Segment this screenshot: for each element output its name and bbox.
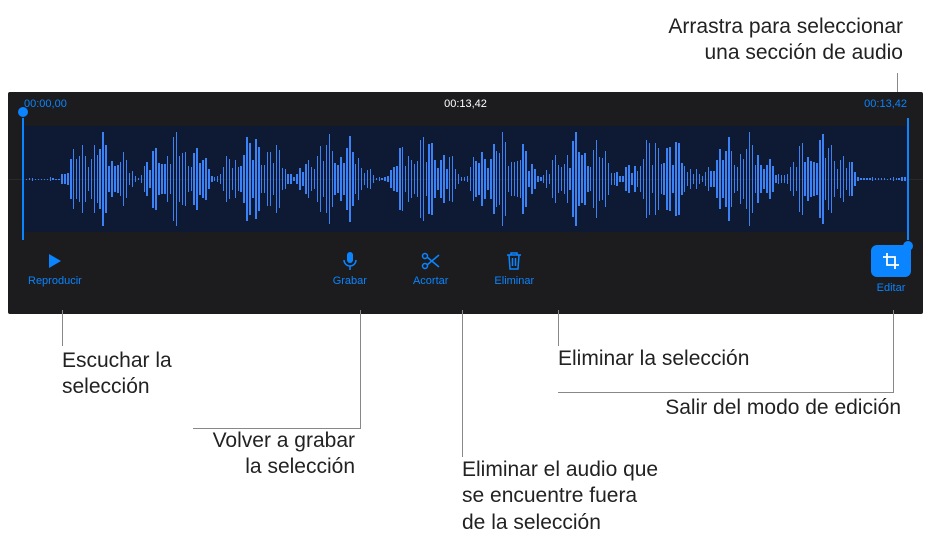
time-current-label: 00:13,42 <box>444 98 487 110</box>
callout-trim: Eliminar el audio que se encuentre fuera… <box>462 457 658 536</box>
edit-label: Editar <box>877 282 906 294</box>
audio-editor-panel: 00:00,00 00:13,42 00:13,42 Reproducir <box>8 92 923 314</box>
delete-label: Eliminar <box>494 275 534 287</box>
time-end-label: 00:13,42 <box>864 98 907 110</box>
selection-handle-right[interactable] <box>907 118 909 240</box>
callout-line <box>558 310 559 346</box>
record-label: Grabar <box>333 275 367 287</box>
time-bar: 00:00,00 00:13,42 00:13,42 <box>8 98 923 116</box>
trim-label: Acortar <box>413 275 448 287</box>
play-label: Reproducir <box>28 275 82 287</box>
callout-line <box>62 310 63 346</box>
callout-line <box>558 392 894 393</box>
play-button[interactable]: Reproducir <box>20 241 90 297</box>
callout-rerecord: Volver a grabar la selección <box>20 428 355 481</box>
delete-button[interactable]: Eliminar <box>486 241 542 297</box>
callout-line <box>360 310 361 428</box>
callout-exit-edit: Salir del modo de edición <box>558 395 901 421</box>
callout-drag-select: Arrastra para seleccionar una sección de… <box>668 14 903 67</box>
time-start-label: 00:00,00 <box>24 98 67 110</box>
record-button[interactable]: Grabar <box>325 241 375 297</box>
play-icon <box>46 251 64 271</box>
selection-handle-left[interactable] <box>22 118 24 240</box>
callout-line <box>462 310 463 457</box>
scissors-icon <box>421 251 441 271</box>
edit-button[interactable]: Editar <box>871 245 911 294</box>
callout-line <box>893 310 894 392</box>
callout-delete: Eliminar la selección <box>558 346 749 372</box>
trim-button[interactable]: Acortar <box>405 241 456 297</box>
waveform-area[interactable] <box>8 118 923 240</box>
editor-toolbar: Reproducir Grabar <box>8 240 923 302</box>
trash-icon <box>505 251 523 271</box>
mic-icon <box>342 251 358 271</box>
callout-listen: Escuchar la selección <box>62 348 172 401</box>
waveform <box>22 118 909 240</box>
crop-icon <box>871 245 911 277</box>
